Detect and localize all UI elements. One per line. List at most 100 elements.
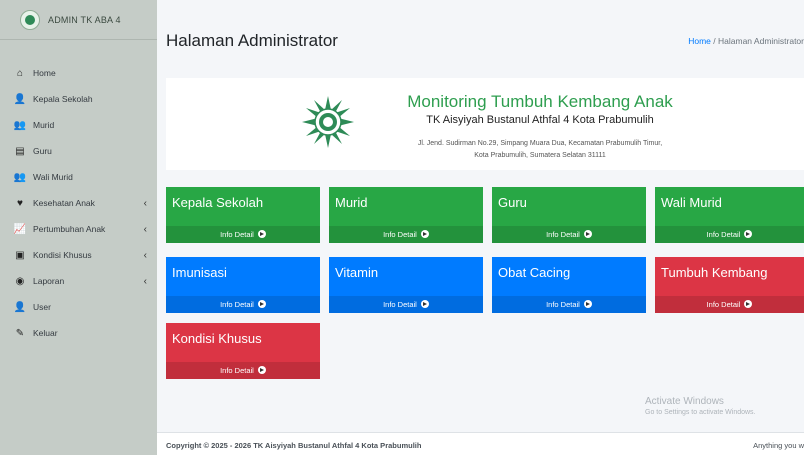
card-title: Vitamin	[335, 265, 379, 280]
arrow-circle-right-icon	[583, 300, 592, 308]
sidebar-item-pertumbuhan-anak[interactable]: 📈 Pertumbuhan Anak ‹	[0, 216, 157, 242]
chalkboard-icon: ▤	[15, 145, 25, 157]
clipboard-icon: ▣	[15, 249, 25, 261]
chevron-left-icon: ‹	[143, 223, 147, 235]
sidebar-item-guru[interactable]: ▤ Guru	[0, 138, 157, 164]
sidebar-item-keluar[interactable]: ✎ Keluar	[0, 320, 157, 346]
card-obat-cacing: Obat Cacing Info Detail	[492, 257, 646, 313]
arrow-circle-right-icon	[744, 230, 753, 238]
card-title: Kepala Sekolah	[172, 195, 264, 210]
sign-out-icon: ✎	[15, 327, 25, 339]
card-title: Imunisasi	[172, 265, 227, 280]
breadcrumb-home-link[interactable]: Home	[688, 36, 711, 46]
arrow-circle-right-icon	[257, 300, 266, 308]
card-title: Obat Cacing	[498, 265, 571, 280]
sidebar-item-kepala-sekolah[interactable]: 👤 Kepala Sekolah	[0, 86, 157, 112]
activate-windows-watermark: Activate Windows Go to Settings to activ…	[645, 396, 756, 416]
content-header: Halaman Administrator Home / Halaman Adm…	[157, 0, 804, 68]
hero-subtitle: TK Aisyiyah Bustanul Athfal 4 Kota Prabu…	[426, 114, 654, 126]
sidebar-item-label: Kesehatan Anak	[33, 198, 95, 208]
brand[interactable]: ADMIN TK ABA 4	[0, 0, 157, 40]
sidebar-item-murid[interactable]: 👥 Murid	[0, 112, 157, 138]
card-kondisi-khusus: Kondisi Khusus Info Detail	[166, 323, 320, 379]
footer: Copyright © 2025 - 2026 TK Aisyiyah Bust…	[157, 432, 804, 455]
info-detail-link[interactable]: Info Detail	[166, 362, 320, 379]
sidebar-item-label: Kepala Sekolah	[33, 94, 93, 104]
hero-banner: Monitoring Tumbuh Kembang Anak TK Aisyiy…	[166, 78, 804, 170]
chevron-left-icon: ‹	[143, 197, 147, 209]
home-icon: ⌂	[16, 67, 24, 79]
info-detail-label: Info Detail	[220, 230, 254, 239]
info-detail-label: Info Detail	[546, 300, 580, 309]
hero-address-line2: Kota Prabumulih, Sumatera Selatan 31111	[474, 152, 606, 159]
card-murid: Murid Info Detail	[329, 187, 483, 243]
arrow-circle-right-icon	[257, 366, 266, 374]
breadcrumb-separator: /	[713, 36, 716, 46]
hero-address: Jl. Jend. Sudirman No.29, Simpang Muara …	[166, 138, 804, 162]
brand-logo	[20, 9, 40, 30]
sidebar: ADMIN TK ABA 4 ⌂ Home 👤 Kepala Sekolah 👥 Mu…	[0, 0, 157, 455]
card-vitamin: Vitamin Info Detail	[329, 257, 483, 313]
info-detail-link[interactable]: Info Detail	[166, 296, 320, 313]
sidebar-item-label: Kondisi Khusus	[33, 250, 92, 260]
info-detail-link[interactable]: Info Detail	[655, 226, 804, 243]
sidebar-item-label: User	[33, 302, 51, 312]
sidebar-item-laporan[interactable]: ◉ Laporan ‹	[0, 268, 157, 294]
footer-right-text: Anything you w	[753, 441, 804, 450]
card-guru: Guru Info Detail	[492, 187, 646, 243]
user-cog-icon: 👤	[13, 301, 27, 313]
info-detail-label: Info Detail	[383, 230, 417, 239]
page-title: Halaman Administrator	[166, 31, 338, 50]
card-title: Tumbuh Kembang	[661, 265, 768, 280]
heartbeat-icon: ♥	[17, 197, 23, 209]
watermark-title: Activate Windows	[645, 396, 724, 407]
users-icon: 👥	[13, 119, 27, 131]
info-detail-link[interactable]: Info Detail	[655, 296, 804, 313]
sidebar-item-label: Keluar	[33, 328, 58, 338]
brand-text: ADMIN TK ABA 4	[48, 14, 121, 25]
sidebar-item-wali-murid[interactable]: 👥 Wali Murid	[0, 164, 157, 190]
info-detail-label: Info Detail	[546, 230, 580, 239]
sidebar-item-label: Murid	[33, 120, 55, 130]
sidebar-item-label: Pertumbuhan Anak	[33, 224, 106, 234]
card-kepala-sekolah: Kepala Sekolah Info Detail	[166, 187, 320, 243]
info-detail-link[interactable]: Info Detail	[492, 296, 646, 313]
info-detail-label: Info Detail	[706, 230, 741, 239]
info-detail-link[interactable]: Info Detail	[329, 296, 483, 313]
info-detail-label: Info Detail	[220, 300, 254, 309]
card-tumbuh-kembang: Tumbuh Kembang Info Detail	[655, 257, 804, 313]
hero-address-line1: Jl. Jend. Sudirman No.29, Simpang Muara …	[417, 140, 663, 147]
card-title: Wali Murid	[661, 195, 722, 210]
arrow-circle-right-icon	[420, 230, 429, 238]
sidebar-item-user[interactable]: 👤 User	[0, 294, 157, 320]
user-tie-icon: 👤	[13, 93, 27, 105]
info-detail-link[interactable]: Info Detail	[166, 226, 320, 243]
breadcrumb-current: Halaman Administrator	[718, 36, 804, 46]
chevron-left-icon: ‹	[143, 275, 147, 287]
sidebar-item-kondisi-khusus[interactable]: ▣ Kondisi Khusus ‹	[0, 242, 157, 268]
arrow-circle-right-icon	[257, 230, 266, 238]
user-friends-icon: 👥	[13, 171, 27, 183]
watermark-subtitle: Go to Settings to activate Windows.	[645, 409, 756, 416]
card-imunisasi: Imunisasi Info Detail	[166, 257, 320, 313]
chart-line-icon: 📈	[13, 223, 27, 235]
card-wali-murid: Wali Murid Info Detail	[655, 187, 804, 243]
card-title: Kondisi Khusus	[172, 331, 262, 346]
arrow-circle-right-icon	[583, 230, 592, 238]
info-detail-link[interactable]: Info Detail	[492, 226, 646, 243]
footer-copyright: Copyright © 2025 - 2026 TK Aisyiyah Bust…	[166, 441, 422, 450]
sidebar-item-home[interactable]: ⌂ Home	[0, 60, 157, 86]
breadcrumb: Home / Halaman Administrator	[688, 36, 804, 46]
sidebar-item-label: Wali Murid	[33, 172, 73, 182]
sidebar-menu: ⌂ Home 👤 Kepala Sekolah 👥 Murid ▤ Guru 👥 Wali…	[0, 60, 157, 346]
briefcase-icon: ◉	[15, 275, 25, 287]
sidebar-item-label: Laporan	[33, 276, 65, 286]
info-detail-label: Info Detail	[383, 300, 417, 309]
sidebar-item-kesehatan-anak[interactable]: ♥ Kesehatan Anak ‹	[0, 190, 157, 216]
chevron-left-icon: ‹	[143, 249, 147, 261]
card-title: Murid	[335, 195, 368, 210]
info-detail-label: Info Detail	[220, 366, 254, 375]
info-detail-link[interactable]: Info Detail	[329, 226, 483, 243]
hero-title: Monitoring Tumbuh Kembang Anak	[407, 92, 673, 111]
info-detail-label: Info Detail	[706, 300, 741, 309]
